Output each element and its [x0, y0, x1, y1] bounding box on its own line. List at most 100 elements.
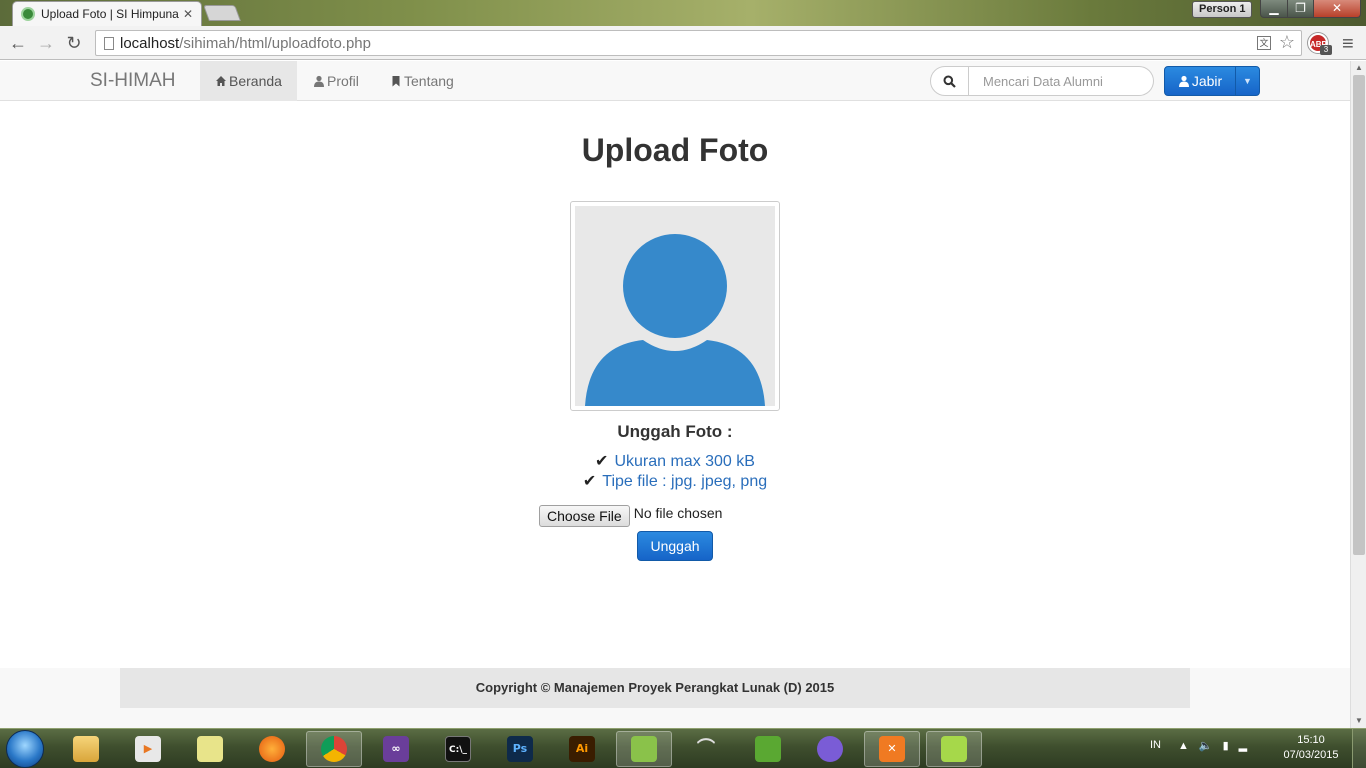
translate-icon[interactable]: 文 [1257, 36, 1271, 50]
taskbar-command-prompt[interactable]: C:\_ [430, 731, 486, 767]
close-icon[interactable]: ✕ [1313, 0, 1361, 18]
file-input: Choose File No file chosen [539, 505, 722, 527]
notepad-editor-icon [941, 736, 967, 762]
taskbar-arc-app[interactable]: ⌒ [678, 731, 734, 767]
taskbar-sticky-notes[interactable] [182, 731, 238, 767]
checkmark-icon: ✔ [582, 473, 597, 490]
avatar-frame [570, 201, 780, 411]
tray-expand-icon[interactable]: ▲ [1178, 740, 1199, 752]
minimize-icon[interactable]: ▁ [1260, 0, 1288, 18]
url-text[interactable]: localhost/sihimah/html/uploadfoto.php [120, 35, 371, 52]
show-desktop-button[interactable] [1352, 729, 1366, 768]
notepad-plus-icon [631, 736, 657, 762]
cat-app-icon [817, 736, 843, 762]
illustrator-icon: Ai [569, 736, 595, 762]
scroll-down-icon[interactable]: ▼ [1351, 714, 1366, 728]
tab-upload-foto[interactable]: Upload Foto | SI Himpuna ✕ [12, 1, 202, 26]
scroll-up-icon[interactable]: ▲ [1351, 61, 1366, 75]
search-group [930, 66, 1154, 96]
chrome-icon [321, 736, 347, 762]
taskbar-notepad-plus[interactable] [616, 731, 672, 767]
taskbar-chrome[interactable] [306, 731, 362, 767]
site-favicon-icon [21, 7, 35, 21]
site-brand[interactable]: SI-HIMAH [90, 70, 176, 92]
choose-file-button[interactable]: Choose File [539, 505, 630, 527]
tab-title: Upload Foto | SI Himpuna [41, 7, 179, 21]
chrome-menu-icon[interactable]: ≡ [1342, 33, 1354, 56]
nav-label-tentang: Tentang [404, 73, 454, 89]
browser-titlebar: Upload Foto | SI Himpuna ✕ Person 1 ▁ ❐ … [0, 0, 1366, 26]
user-menu-button[interactable]: Jabir [1164, 66, 1236, 96]
scroll-thumb[interactable] [1353, 75, 1365, 555]
search-input[interactable] [969, 66, 1154, 96]
clock-time: 15:10 [1297, 734, 1325, 746]
footer-copyright: Copyright © Manajemen Proyek Perangkat L… [120, 668, 1190, 708]
system-tray-icons[interactable]: ▲🔈▮▂ [1178, 739, 1257, 752]
url-host: localhost [120, 35, 180, 52]
power-icon[interactable]: ▮ [1223, 740, 1239, 752]
network-icon[interactable]: ▂ [1239, 740, 1257, 752]
photoshop-icon: Ps [507, 736, 533, 762]
bookmark-icon [392, 76, 400, 87]
taskbar-file-explorer[interactable] [58, 731, 114, 767]
requirement-type-text: Tipe file : jpg. jpeg, png [602, 473, 768, 490]
start-button-icon[interactable] [6, 730, 44, 768]
user-dropdown-caret-icon[interactable]: ▼ [1235, 66, 1260, 96]
xampp-icon: ✕ [879, 736, 905, 762]
taskbar-photoshop[interactable]: Ps [492, 731, 548, 767]
unggah-button[interactable]: Unggah [637, 531, 713, 561]
page-title: Upload Foto [581, 132, 769, 168]
requirement-size: ✔ Ukuran max 300 kB [0, 451, 1350, 471]
search-icon [943, 75, 956, 88]
taskbar-xampp[interactable]: ✕ [864, 731, 920, 767]
taskbar-cat-app[interactable] [802, 731, 858, 767]
forward-arrow-icon[interactable]: → [34, 31, 58, 55]
reload-icon[interactable]: ↻ [62, 31, 86, 55]
taskbar-visual-studio[interactable]: ∞ [368, 731, 424, 767]
firefox-icon [259, 736, 285, 762]
taskbar-illustrator[interactable]: Ai [554, 731, 610, 767]
taskbar-notepad-editor[interactable] [926, 731, 982, 767]
evernote-icon [755, 736, 781, 762]
volume-icon[interactable]: 🔈 [1199, 740, 1223, 752]
page-icon [104, 37, 114, 50]
windows-taskbar: ▶ ∞ C:\_ Ps Ai ⌒ ✕ [0, 728, 1366, 768]
nav-item-tentang[interactable]: Tentang [375, 61, 469, 101]
nav-label-beranda: Beranda [229, 73, 282, 89]
nav-item-profil[interactable]: Profil [298, 61, 374, 101]
taskbar-firefox[interactable] [244, 731, 300, 767]
new-tab-button[interactable] [203, 5, 241, 21]
address-bar[interactable]: localhost/sihimah/html/uploadfoto.php 文 … [95, 30, 1302, 56]
search-button[interactable] [930, 66, 969, 96]
user-icon [314, 75, 324, 87]
back-arrow-icon[interactable]: ← [6, 31, 30, 55]
language-indicator[interactable]: IN [1150, 739, 1161, 751]
browser-toolbar: ← → ↻ localhost/sihimah/html/uploadfoto.… [0, 26, 1366, 60]
upload-heading: Unggah Foto : [617, 422, 733, 441]
nav-item-beranda[interactable]: Beranda [200, 61, 297, 101]
adblock-count-badge: 3 [1320, 45, 1332, 55]
default-avatar-icon [575, 206, 775, 406]
command-prompt-icon: C:\_ [445, 736, 471, 762]
home-icon [216, 76, 226, 86]
taskbar-media-player[interactable]: ▶ [120, 731, 176, 767]
bookmark-star-icon[interactable]: ☆ [1279, 32, 1295, 53]
tab-close-icon[interactable]: ✕ [183, 7, 193, 21]
nav-label-profil: Profil [327, 73, 359, 89]
requirement-type: ✔ Tipe file : jpg. jpeg, png [0, 471, 1350, 491]
site-navbar: SI-HIMAH Beranda Profil Tentang Jabir ▼ [0, 61, 1350, 101]
visual-studio-icon: ∞ [383, 736, 409, 762]
sticky-notes-icon [197, 736, 223, 762]
clock-date: 07/03/2015 [1283, 749, 1339, 761]
checkmark-icon: ✔ [595, 453, 609, 470]
restore-icon[interactable]: ❐ [1287, 0, 1314, 18]
user-name: Jabir [1191, 73, 1223, 89]
system-clock[interactable]: 15:10 07/03/2015 [1278, 733, 1344, 763]
page-viewport: SI-HIMAH Beranda Profil Tentang Jabir ▼ … [0, 61, 1350, 728]
requirement-size-text: Ukuran max 300 kB [614, 453, 755, 470]
file-status: No file chosen [633, 505, 723, 521]
url-path: /sihimah/html/uploadfoto.php [179, 35, 371, 52]
page-scrollbar[interactable]: ▲ ▼ [1350, 61, 1366, 728]
profile-button[interactable]: Person 1 [1192, 1, 1253, 18]
taskbar-evernote[interactable] [740, 731, 796, 767]
